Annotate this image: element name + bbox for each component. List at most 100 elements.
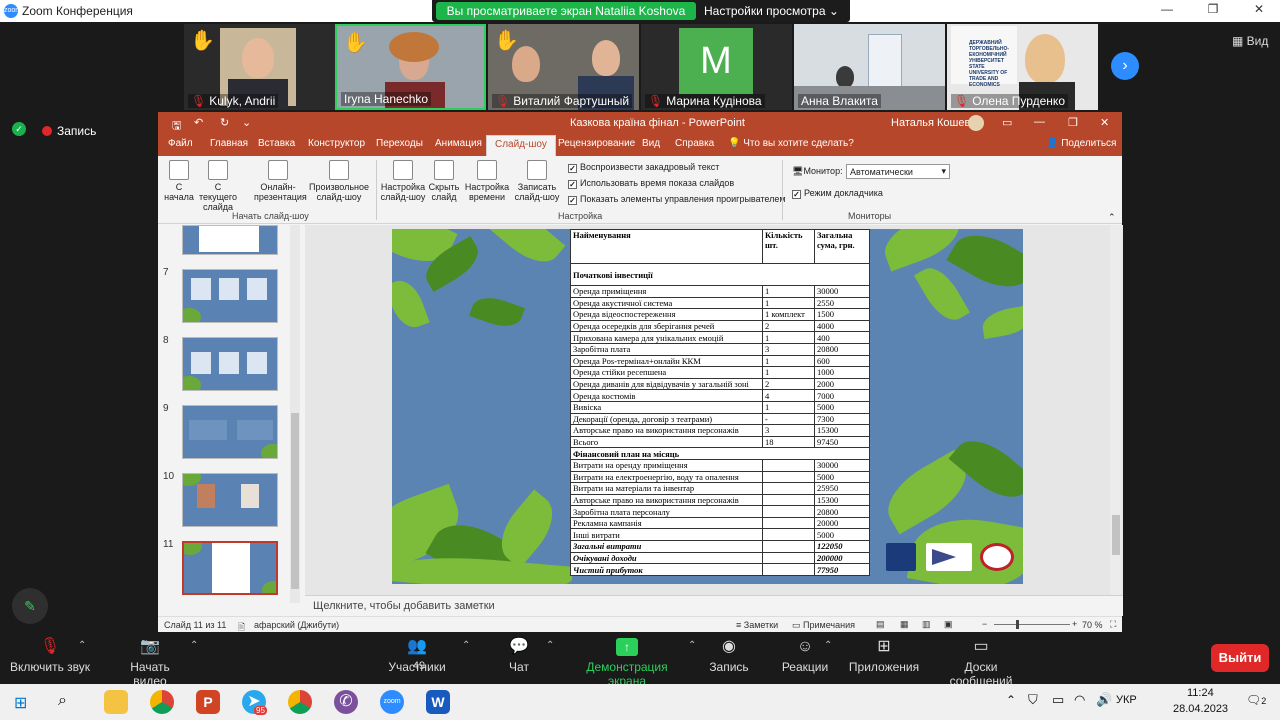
chat-button[interactable]: 💬 Чат [502,638,536,674]
wifi-icon[interactable]: ◠ [1074,692,1085,708]
thumbnails-scrollbar[interactable] [290,225,300,603]
record-slideshow-button[interactable]: Записать слайд-шоу [512,160,562,202]
next-page-arrow-icon[interactable]: › [1111,52,1139,80]
tab-design[interactable]: Конструктор [308,138,365,149]
share-chevron-icon[interactable]: ⌃ [688,640,696,651]
annotate-pen-icon[interactable]: ✎ [12,588,48,624]
notes-toggle-button[interactable]: ≡ Заметки [736,620,778,630]
monitor-select[interactable]: Автоматически ▾ [846,164,950,179]
word-icon[interactable]: W [426,690,450,714]
tab-help[interactable]: Справка [675,138,714,149]
setup-slideshow-button[interactable]: Настройка слайд-шоу [380,160,426,202]
share-screen-button[interactable]: ↑ Демонстрация экрана [566,638,688,688]
reactions-button[interactable]: ☺ Реакции [780,638,830,674]
online-presentation-button[interactable]: Онлайн-презентация [254,160,307,202]
audio-options-chevron-icon[interactable]: ⌃ [78,640,86,651]
powerpoint-icon[interactable]: P [196,690,220,714]
normal-view-icon[interactable]: ▤ [876,619,885,630]
participants-chevron-icon[interactable]: ⌃ [462,640,470,651]
tab-slideshow[interactable]: Слайд-шоу [486,135,556,156]
from-current-button[interactable]: С текущего слайда [196,160,240,212]
participant-tile[interactable]: ✋ Iryna Hanechko [335,24,486,110]
hide-slide-button[interactable]: Скрыть слайд [428,160,460,202]
tab-review[interactable]: Рецензирование [558,138,635,149]
ppt-maximize-button[interactable]: ❐ [1068,116,1078,129]
avatar[interactable] [968,115,984,131]
file-explorer-icon[interactable] [104,690,128,714]
from-start-button[interactable]: С начала [162,160,196,202]
notes-pane[interactable]: Щелкните, чтобы добавить заметки [305,595,1123,616]
fit-slide-icon[interactable]: ⛶ [1110,619,1116,630]
shield-icon[interactable]: ✓ [12,122,26,136]
slide-thumbnail-selected[interactable] [182,541,278,595]
tray-expand-icon[interactable]: ⌃ [1006,693,1016,707]
slide-thumbnail[interactable] [182,405,278,459]
ppt-close-button[interactable]: ✕ [1100,116,1109,129]
presenter-view-checkbox[interactable]: ✓ Режим докладчика [792,188,883,199]
recording-indicator[interactable]: Запись [42,124,96,138]
slide-thumbnail[interactable] [182,337,278,391]
chrome-icon[interactable] [150,690,174,714]
whiteboards-button[interactable]: ▭ Доски сообщений [932,638,1030,688]
financial-table[interactable]: Найменування Кількість шт. Загальна сума, … [570,229,870,576]
slide-thumbnail[interactable] [182,269,278,323]
redo-icon[interactable]: ↻ [220,116,229,129]
maximize-button[interactable]: ❐ [1198,2,1228,20]
slide-sorter-icon[interactable]: ▦ [900,619,909,630]
zoom-in-button[interactable]: + [1072,619,1077,629]
undo-icon[interactable]: ↶ [194,116,203,129]
windows-start-icon[interactable]: ⊞ [14,693,27,713]
tab-transitions[interactable]: Переходы [376,138,423,149]
zoom-taskbar-icon[interactable]: zoom [380,690,404,714]
zoom-out-button[interactable]: − [982,619,987,629]
view-options-button[interactable]: Настройки просмотра ⌄ [702,2,848,20]
apps-button[interactable]: ⊞ Приложения [846,638,922,674]
record-button[interactable]: ◉ Запись [706,638,752,674]
canvas-scrollbar[interactable] [1110,225,1122,595]
zoom-slider-thumb[interactable] [1016,620,1019,629]
slide-thumbnail[interactable] [182,225,278,255]
tab-insert[interactable]: Вставка [258,138,295,149]
participants-button[interactable]: 👥49 Участники [386,638,448,674]
collapse-ribbon-icon[interactable]: ⌃ [1108,212,1116,223]
use-timings-checkbox[interactable]: ✓ Использовать время показа слайдов [568,178,734,189]
share-button[interactable]: 👤 Поделиться [1046,138,1116,149]
participant-tile[interactable]: ✋ 🎙 Виталий Фартушный [488,24,639,110]
video-options-chevron-icon[interactable]: ⌃ [190,640,198,651]
minimize-button[interactable]: — [1152,2,1182,20]
chat-chevron-icon[interactable]: ⌃ [546,640,554,651]
network-icon[interactable]: ▭ [1052,692,1064,708]
slide-thumbnail[interactable] [182,473,278,527]
clock-time[interactable]: 11:24 [1187,687,1214,699]
volume-icon[interactable]: 🔊 [1096,692,1112,708]
tab-file[interactable]: Файл [168,138,193,149]
language-status[interactable]: афарский (Джибути) [254,620,339,630]
start-video-button[interactable]: 📷 Начать видео [112,638,188,688]
tab-home[interactable]: Главная [210,138,248,149]
current-slide[interactable]: Найменування Кількість шт. Загальна сума, … [392,229,1023,584]
tell-me-search[interactable]: 💡 Что вы хотите сделать? [728,138,854,149]
zoom-level[interactable]: 70 % [1082,620,1103,630]
chrome-profile-icon[interactable] [288,690,312,714]
clock-date[interactable]: 28.04.2023 [1173,703,1228,715]
leave-button[interactable]: Выйти [1211,644,1269,672]
defender-icon[interactable]: ⛉ [1028,692,1038,708]
comments-toggle-button[interactable]: ▭ Примечания [792,620,855,631]
reading-view-icon[interactable]: ▥ [922,619,931,630]
play-narration-checkbox[interactable]: ✓ Воспроизвести закадровый текст [568,162,719,173]
participant-tile[interactable]: ✋ 🎙 Kulyk, Andrii [184,24,335,110]
show-controls-checkbox[interactable]: ✓ Показать элементы управления проигрыват… [568,194,786,205]
participant-tile[interactable]: ДЕРЖАВНИЙ ТОРГОВЕЛЬНО-ЕКОНОМІЧНИЙ УНІВЕР… [947,24,1098,110]
language-indicator[interactable]: УКР [1116,694,1137,706]
reactions-chevron-icon[interactable]: ⌃ [824,640,832,651]
slideshow-view-icon[interactable]: ▣ [944,619,953,630]
customize-quick-access-icon[interactable]: ⌄ [242,116,251,129]
view-button[interactable]: ▦ Вид [1232,34,1268,48]
zoom-slider[interactable] [994,624,1070,625]
participant-tile[interactable]: Анна Влакита [794,24,945,110]
custom-slideshow-button[interactable]: Произвольное слайд-шоу [308,160,370,202]
viber-icon[interactable]: ✆ [334,690,358,714]
tab-view[interactable]: Вид [642,138,660,149]
tab-animation[interactable]: Анимация [435,138,482,149]
ppt-minimize-button[interactable]: — [1034,116,1045,128]
